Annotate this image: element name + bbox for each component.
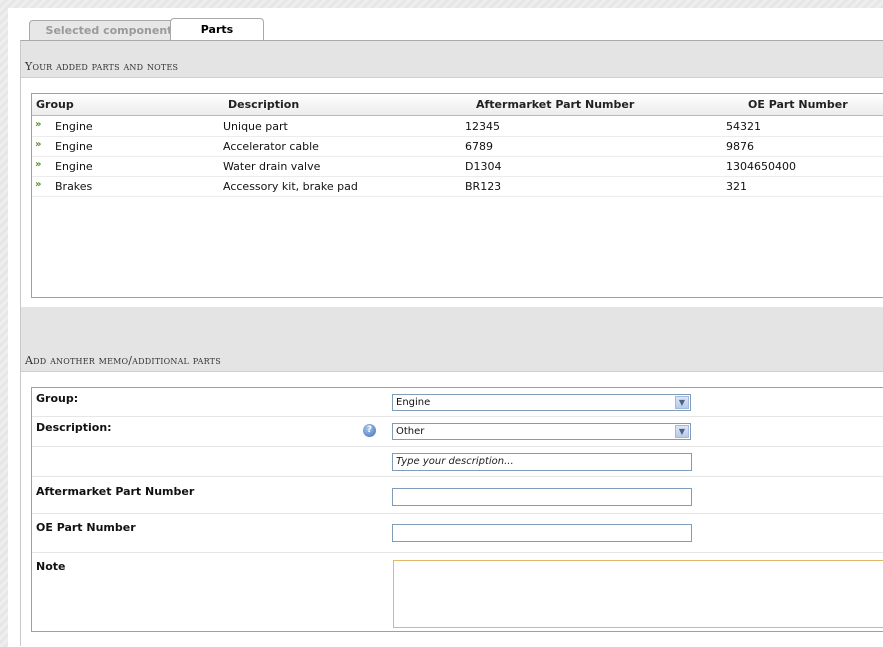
cell-group: Engine bbox=[55, 140, 93, 153]
double-chevron-right-icon: » bbox=[35, 179, 42, 190]
double-chevron-right-icon: » bbox=[35, 139, 42, 150]
note-textarea[interactable] bbox=[393, 560, 883, 628]
double-chevron-right-icon: » bbox=[35, 119, 42, 130]
add-section-title: Add another memo/additional parts bbox=[25, 354, 221, 367]
cell-group: Engine bbox=[55, 120, 93, 133]
add-section-header: Add another memo/additional parts bbox=[21, 307, 883, 372]
table-row[interactable]: » Engine Unique part 12345 54321 bbox=[32, 116, 883, 137]
cell-description: Unique part bbox=[223, 120, 288, 133]
description-label: Description: bbox=[36, 421, 112, 434]
help-icon[interactable]: ? bbox=[363, 424, 376, 437]
group-select-value: Engine bbox=[396, 397, 431, 408]
column-header-description[interactable]: Description bbox=[228, 98, 299, 111]
aftermarket-part-number-input[interactable] bbox=[392, 488, 692, 506]
table-row[interactable]: » Brakes Accessory kit, brake pad BR123 … bbox=[32, 176, 883, 197]
cell-aftermarket: 12345 bbox=[465, 120, 500, 133]
oe-label: OE Part Number bbox=[36, 521, 136, 534]
double-chevron-right-icon: » bbox=[35, 159, 42, 170]
cell-oe: 54321 bbox=[726, 120, 761, 133]
tab-parts-memo[interactable]: Parts memo bbox=[170, 18, 264, 58]
chevron-down-icon[interactable]: ▼ bbox=[675, 425, 689, 438]
group-select[interactable]: Engine ▼ bbox=[392, 394, 691, 411]
cell-description: Accessory kit, brake pad bbox=[223, 180, 358, 193]
group-label: Group: bbox=[36, 392, 79, 405]
parts-table: Group Description Aftermarket Part Numbe… bbox=[31, 93, 883, 298]
cell-oe: 1304650400 bbox=[726, 160, 796, 173]
cell-aftermarket: D1304 bbox=[465, 160, 502, 173]
cell-oe: 9876 bbox=[726, 140, 754, 153]
form-row-group: Group: Engine ▼ bbox=[32, 388, 883, 417]
aftermarket-label: Aftermarket Part Number bbox=[36, 485, 195, 498]
column-header-oe[interactable]: OE Part Number bbox=[748, 98, 848, 111]
cell-description: Water drain valve bbox=[223, 160, 321, 173]
chevron-down-icon[interactable]: ▼ bbox=[675, 396, 689, 409]
custom-description-input[interactable]: Type your description... bbox=[392, 453, 692, 471]
cell-oe: 321 bbox=[726, 180, 747, 193]
cell-aftermarket: BR123 bbox=[465, 180, 502, 193]
cell-description: Accelerator cable bbox=[223, 140, 319, 153]
parts-section-title: Your added parts and notes bbox=[25, 60, 179, 73]
form-row-aftermarket: Aftermarket Part Number bbox=[32, 477, 883, 514]
description-select-value: Other bbox=[396, 426, 425, 437]
oe-part-number-input[interactable] bbox=[392, 524, 692, 542]
tab-selected-component[interactable]: Selected component bbox=[29, 20, 189, 40]
form-row-description: Description: ? Other ▼ bbox=[32, 417, 883, 447]
custom-description-placeholder: Type your description... bbox=[396, 456, 514, 467]
column-header-aftermarket[interactable]: Aftermarket Part Number bbox=[476, 98, 634, 111]
column-header-group[interactable]: Group bbox=[36, 98, 74, 111]
description-select[interactable]: Other ▼ bbox=[392, 423, 691, 440]
cell-group: Engine bbox=[55, 160, 93, 173]
table-row[interactable]: » Engine Accelerator cable 6789 9876 bbox=[32, 136, 883, 157]
cell-group: Brakes bbox=[55, 180, 93, 193]
note-label: Note bbox=[36, 560, 66, 573]
tab-content: Your added parts and notes Group Descrip… bbox=[20, 40, 883, 646]
add-part-form: Group: Engine ▼ Description: ? Other ▼ T… bbox=[31, 387, 883, 632]
table-row[interactable]: » Engine Water drain valve D1304 1304650… bbox=[32, 156, 883, 177]
parts-table-header: Group Description Aftermarket Part Numbe… bbox=[32, 94, 883, 116]
form-row-custom-description: Type your description... bbox=[32, 447, 883, 477]
parts-section-header: Your added parts and notes bbox=[21, 41, 883, 78]
form-row-oe: OE Part Number bbox=[32, 514, 883, 553]
cell-aftermarket: 6789 bbox=[465, 140, 493, 153]
